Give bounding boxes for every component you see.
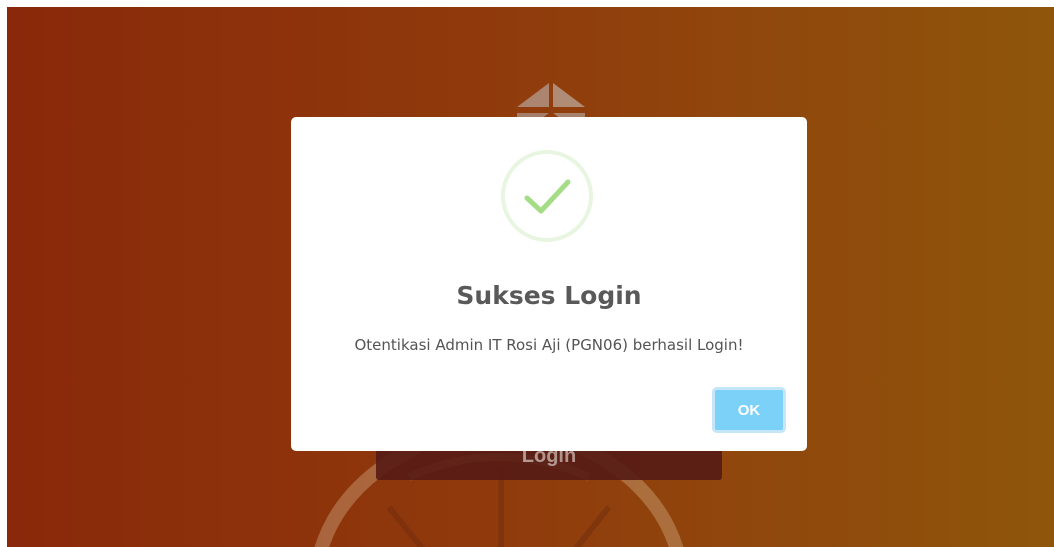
success-dialog: Sukses Login Otentikasi Admin IT Rosi Aj… xyxy=(291,117,807,451)
dialog-title: Sukses Login xyxy=(456,281,642,310)
ok-button[interactable]: OK xyxy=(712,387,786,433)
login-page-background: Login Sukses Login Otentikasi Admin IT R… xyxy=(7,7,1054,547)
success-check-icon xyxy=(501,150,593,242)
dialog-message: Otentikasi Admin IT Rosi Aji (PGN06) ber… xyxy=(354,336,744,354)
